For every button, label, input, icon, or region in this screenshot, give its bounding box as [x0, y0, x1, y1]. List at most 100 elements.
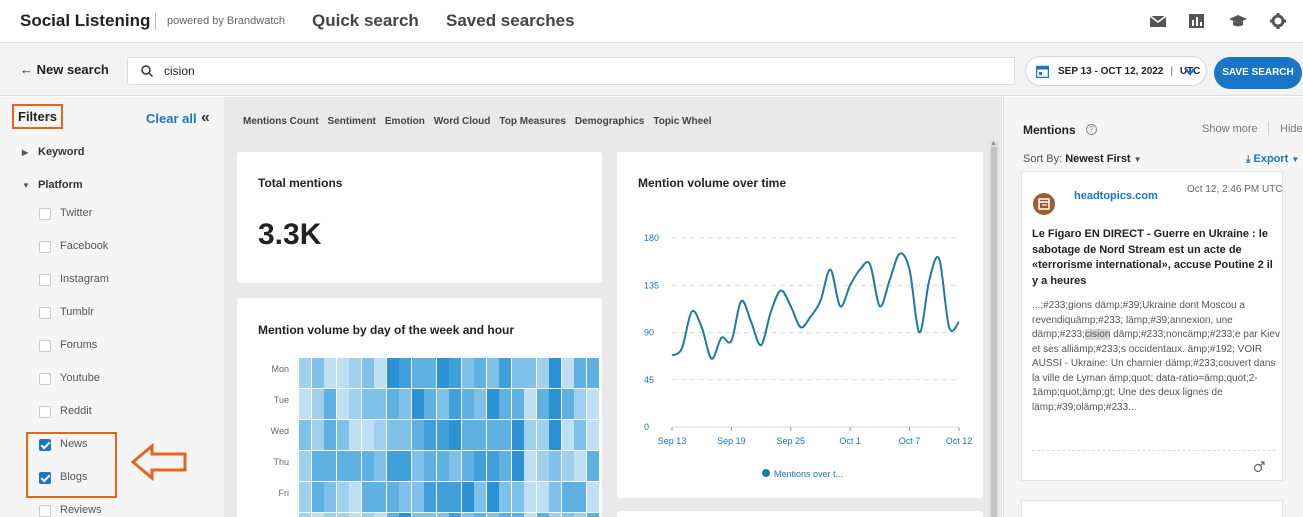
scrollbar[interactable]: ▲	[989, 140, 999, 517]
tab-demographics[interactable]: Demographics	[575, 116, 644, 127]
heatmap-cell[interactable]	[474, 420, 486, 450]
chart-icon[interactable]	[1187, 12, 1207, 30]
heatmap-cell[interactable]	[461, 420, 474, 450]
checkbox[interactable]	[39, 274, 51, 286]
mention-source[interactable]: headtopics.com	[1074, 190, 1158, 202]
heatmap-cell[interactable]	[374, 513, 386, 517]
series-line[interactable]	[671, 252, 960, 360]
heatmap-cell[interactable]	[549, 513, 561, 517]
heatmap-cell[interactable]	[436, 451, 449, 481]
checkbox[interactable]	[39, 373, 51, 385]
collapse-sidebar-button[interactable]: «	[201, 109, 210, 127]
help-icon[interactable]: ?	[1086, 124, 1097, 135]
mail-icon[interactable]	[1148, 12, 1168, 30]
heatmap-cell[interactable]	[349, 389, 361, 419]
heatmap-cell[interactable]	[324, 513, 336, 517]
heatmap-cell[interactable]	[349, 451, 361, 481]
heatmap-cell[interactable]	[361, 389, 374, 419]
heatmap-cell[interactable]	[511, 513, 524, 517]
heatmap-cell[interactable]	[511, 389, 524, 419]
heatmap-cell[interactable]	[436, 358, 449, 388]
heatmap-cell[interactable]	[311, 451, 324, 481]
heatmap-cell[interactable]	[486, 389, 499, 419]
heatmap-cell[interactable]	[486, 358, 499, 388]
heatmap-cell[interactable]	[449, 389, 461, 419]
heatmap-cell[interactable]	[511, 482, 524, 512]
tab-topic-wheel[interactable]: Topic Wheel	[653, 116, 711, 127]
graduation-cap-icon[interactable]	[1228, 12, 1248, 30]
heatmap-cell[interactable]	[449, 513, 461, 517]
heatmap-cell[interactable]	[361, 358, 374, 388]
heatmap-cell[interactable]	[586, 451, 599, 481]
tab-top-measures[interactable]: Top Measures	[499, 116, 566, 127]
heatmap-cell[interactable]	[336, 420, 349, 450]
heatmap-cell[interactable]	[586, 389, 599, 419]
heatmap-cell[interactable]	[299, 451, 311, 481]
mention-card[interactable]	[1021, 500, 1283, 517]
heatmap-cell[interactable]	[424, 389, 436, 419]
platform-section[interactable]: ▼ Platform	[22, 179, 83, 191]
checkbox[interactable]	[39, 208, 51, 220]
checkbox[interactable]	[39, 406, 51, 418]
heatmap-cell[interactable]	[574, 389, 586, 419]
sort-dropdown[interactable]: Sort By: Newest First ▼	[1023, 153, 1142, 165]
heatmap-cell[interactable]	[499, 358, 511, 388]
heatmap-cell[interactable]	[536, 451, 549, 481]
heatmap-cell[interactable]	[311, 513, 324, 517]
heatmap-cell[interactable]	[486, 482, 499, 512]
heatmap-cell[interactable]	[461, 482, 474, 512]
scroll-up-icon[interactable]: ▲	[990, 140, 997, 147]
heatmap-cell[interactable]	[461, 389, 474, 419]
heatmap-cell[interactable]	[399, 451, 411, 481]
heatmap-cell[interactable]	[549, 358, 561, 388]
heatmap-cell[interactable]	[411, 451, 424, 481]
legend-label[interactable]: Mentions over t...	[774, 469, 843, 479]
heatmap-cell[interactable]	[586, 513, 599, 517]
nav-quick-search[interactable]: Quick search	[312, 11, 419, 31]
heatmap-cell[interactable]	[399, 482, 411, 512]
checkbox[interactable]	[39, 505, 51, 517]
show-more-link[interactable]: Show more	[1202, 123, 1258, 135]
heatmap-cell[interactable]	[424, 420, 436, 450]
heatmap-cell[interactable]	[311, 420, 324, 450]
heatmap-cell[interactable]	[511, 451, 524, 481]
heatmap-cell[interactable]	[486, 451, 499, 481]
heatmap-cell[interactable]	[336, 451, 349, 481]
heatmap-cell[interactable]	[386, 358, 399, 388]
heatmap-cell[interactable]	[374, 420, 386, 450]
search-input[interactable]: cision	[127, 57, 1015, 85]
heatmap-cell[interactable]	[386, 513, 399, 517]
heatmap-cell[interactable]	[411, 358, 424, 388]
heatmap-cell[interactable]	[299, 389, 311, 419]
heatmap-cell[interactable]	[574, 358, 586, 388]
heatmap-cell[interactable]	[424, 513, 436, 517]
tab-emotion[interactable]: Emotion	[385, 116, 425, 127]
heatmap-cell[interactable]	[386, 420, 399, 450]
heatmap-cell[interactable]	[486, 420, 499, 450]
tab-sentiment[interactable]: Sentiment	[328, 116, 376, 127]
heatmap-cell[interactable]	[449, 482, 461, 512]
heatmap-cell[interactable]	[386, 389, 399, 419]
heatmap-cell[interactable]	[561, 513, 574, 517]
legend-marker[interactable]	[762, 469, 770, 477]
heatmap-cell[interactable]	[474, 451, 486, 481]
heatmap-cell[interactable]	[524, 451, 536, 481]
heatmap-cell[interactable]	[411, 389, 424, 419]
heatmap-cell[interactable]	[361, 513, 374, 517]
heatmap-cell[interactable]	[449, 420, 461, 450]
heatmap-cell[interactable]	[561, 482, 574, 512]
heatmap-cell[interactable]	[499, 513, 511, 517]
heatmap-cell[interactable]	[311, 358, 324, 388]
heatmap-cell[interactable]	[299, 420, 311, 450]
keyword-section[interactable]: ▶ Keyword	[22, 146, 84, 158]
heatmap-cell[interactable]	[586, 482, 599, 512]
heatmap-cell[interactable]	[311, 482, 324, 512]
heatmap-cell[interactable]	[349, 358, 361, 388]
heatmap-cell[interactable]	[324, 389, 336, 419]
new-search-button[interactable]: ← New search	[20, 62, 109, 77]
heatmap-cell[interactable]	[574, 482, 586, 512]
heatmap-cell[interactable]	[374, 389, 386, 419]
heatmap-cell[interactable]	[536, 513, 549, 517]
heatmap-cell[interactable]	[499, 451, 511, 481]
heatmap-cell[interactable]	[536, 389, 549, 419]
